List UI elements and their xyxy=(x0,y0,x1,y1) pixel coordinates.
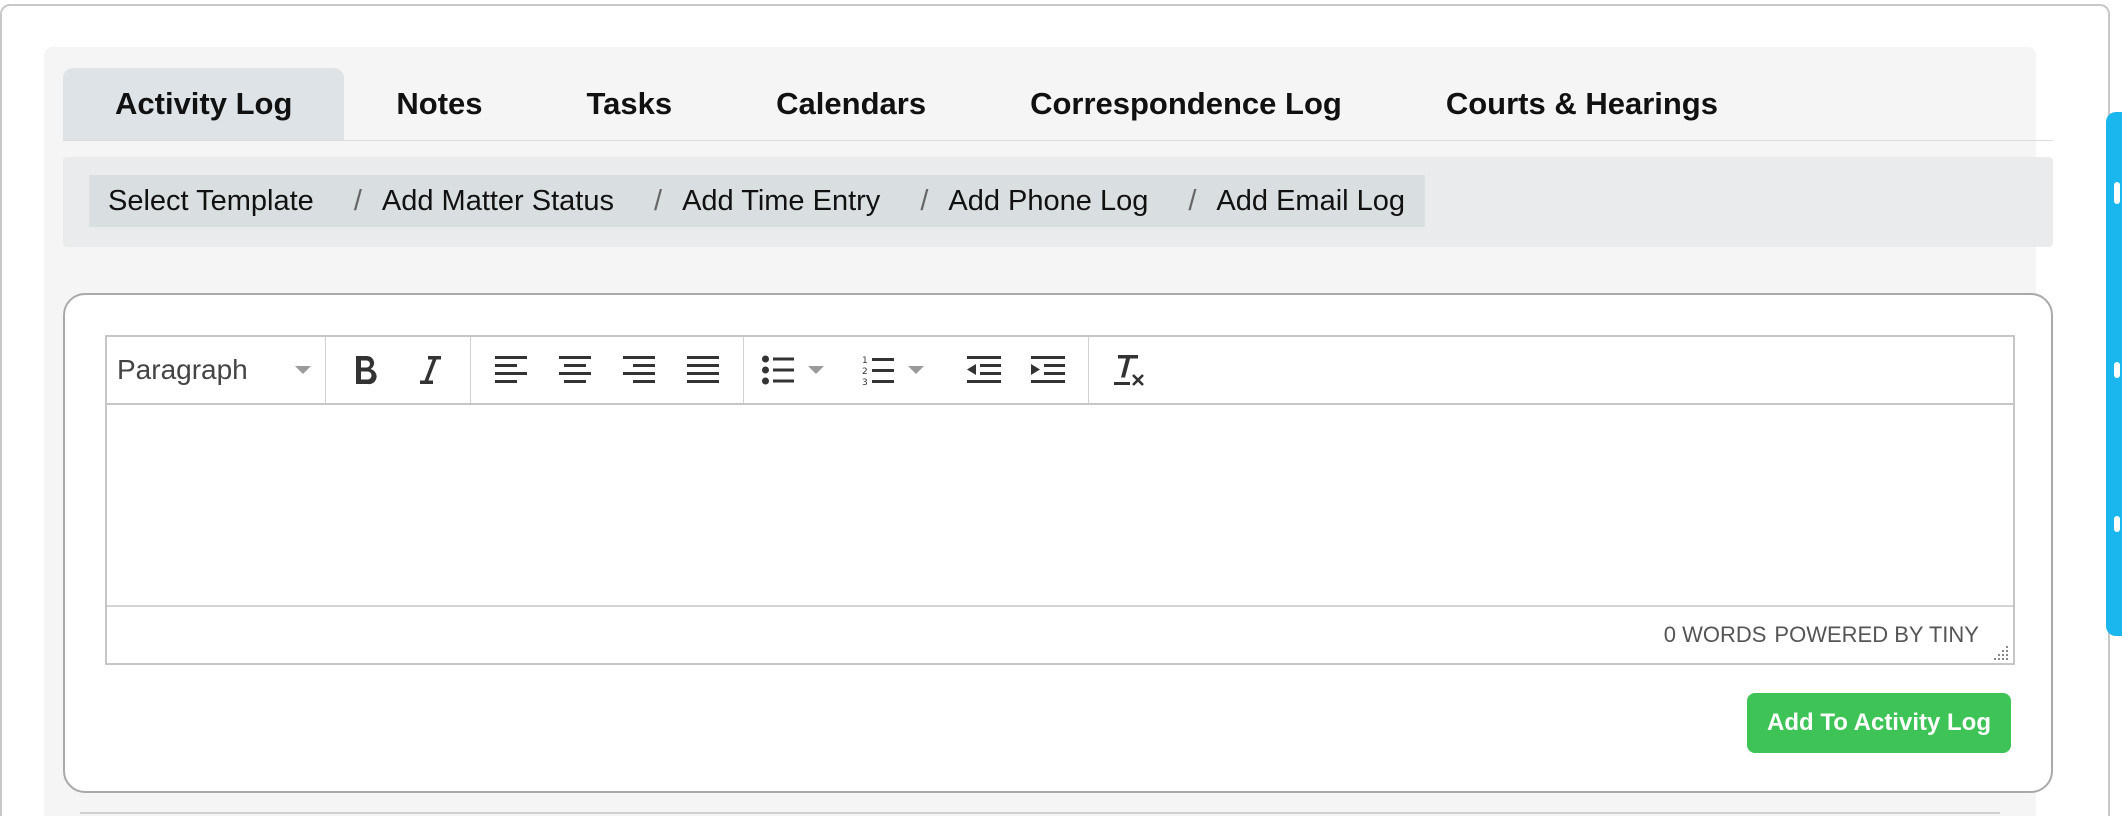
feedback-side-tab[interactable] xyxy=(2106,112,2122,636)
italic-icon xyxy=(417,354,443,386)
side-tab-glyph xyxy=(2114,182,2120,204)
clear-format-group xyxy=(1089,337,1169,403)
indent-button[interactable] xyxy=(1016,342,1080,398)
align-justify-button[interactable] xyxy=(671,342,735,398)
numbered-list-button[interactable]: 123 xyxy=(852,342,952,398)
align-center-icon xyxy=(559,356,591,384)
side-tab-glyph xyxy=(2114,516,2120,532)
breadcrumb-separator: / xyxy=(654,184,663,217)
tab-tasks[interactable]: Tasks xyxy=(535,68,725,140)
chevron-down-icon xyxy=(808,366,824,374)
outdent-button[interactable] xyxy=(952,342,1016,398)
select-template-link[interactable]: Select Template xyxy=(108,185,314,218)
svg-text:3: 3 xyxy=(862,378,868,386)
block-format-select[interactable]: Paragraph xyxy=(107,354,325,386)
block-format-value: Paragraph xyxy=(117,354,248,385)
add-phone-log-link[interactable]: Add Phone Log xyxy=(948,185,1148,218)
page: Activity Log Notes Tasks Calendars Corre… xyxy=(0,0,2122,816)
align-center-button[interactable] xyxy=(543,342,607,398)
svg-text:2: 2 xyxy=(862,367,868,377)
clear-formatting-button[interactable] xyxy=(1097,342,1161,398)
divider xyxy=(80,812,2000,814)
bullet-list-button[interactable] xyxy=(752,342,852,398)
breadcrumb-separator: / xyxy=(920,184,929,217)
add-time-entry-link[interactable]: Add Time Entry xyxy=(682,185,880,218)
text-style-group xyxy=(326,337,471,403)
tab-activity-log[interactable]: Activity Log xyxy=(63,68,345,140)
align-left-button[interactable] xyxy=(479,342,543,398)
editor-card: Paragraph 1 2 3 0 WORDS POWERED BY TINY … xyxy=(63,293,2053,793)
side-tab-glyph xyxy=(2114,362,2120,378)
tab-correspondence-log[interactable]: Correspondence Log xyxy=(978,68,1394,140)
align-right-icon xyxy=(623,356,655,384)
svg-text:1: 1 xyxy=(862,356,868,366)
add-matter-status-link[interactable]: Add Matter Status xyxy=(382,185,614,218)
breadcrumb-bar: Select Template / Add Matter Status / Ad… xyxy=(63,157,2053,247)
outdent-icon xyxy=(967,356,1001,384)
breadcrumb: Select Template / Add Matter Status / Ad… xyxy=(89,175,1426,227)
activity-panel: Activity Log Notes Tasks Calendars Corre… xyxy=(44,47,2053,816)
breadcrumb-separator: / xyxy=(1188,184,1197,217)
format-group: Paragraph xyxy=(107,337,326,403)
editor-statusbar: 0 WORDS POWERED BY TINY xyxy=(107,607,2013,663)
bold-button[interactable] xyxy=(334,342,398,398)
add-to-activity-log-button[interactable]: Add To Activity Log xyxy=(1747,693,2011,753)
numbered-list-icon: 123 xyxy=(862,354,894,386)
tab-notes[interactable]: Notes xyxy=(344,68,534,140)
tab-bar: Activity Log Notes Tasks Calendars Corre… xyxy=(63,68,2053,141)
tab-calendars[interactable]: Calendars xyxy=(724,68,978,140)
clear-formatting-icon xyxy=(1112,353,1146,387)
rich-text-editor: Paragraph 1 2 3 0 WORDS POWERED BY TINY xyxy=(105,335,2015,665)
bullet-list-icon xyxy=(762,355,794,385)
indent-icon xyxy=(1031,356,1065,384)
tiny-branding-link[interactable]: POWERED BY TINY xyxy=(1774,622,1979,648)
alignment-group xyxy=(471,337,744,403)
add-email-log-link[interactable]: Add Email Log xyxy=(1216,185,1405,218)
editor-toolbar: Paragraph 1 2 3 xyxy=(107,337,2013,405)
tab-courts-hearings[interactable]: Courts & Hearings xyxy=(1394,68,1770,140)
italic-button[interactable] xyxy=(398,342,462,398)
align-justify-icon xyxy=(687,356,719,384)
chevron-down-icon xyxy=(295,366,311,374)
breadcrumb-separator: / xyxy=(353,184,362,217)
align-right-button[interactable] xyxy=(607,342,671,398)
word-count: 0 WORDS xyxy=(1663,622,1767,647)
bold-icon xyxy=(353,354,379,386)
editor-content-area[interactable] xyxy=(107,405,2013,607)
resize-handle-icon[interactable] xyxy=(1991,641,2009,660)
list-group: 123 xyxy=(744,337,1089,403)
chevron-down-icon xyxy=(908,366,924,374)
align-left-icon xyxy=(495,356,527,384)
